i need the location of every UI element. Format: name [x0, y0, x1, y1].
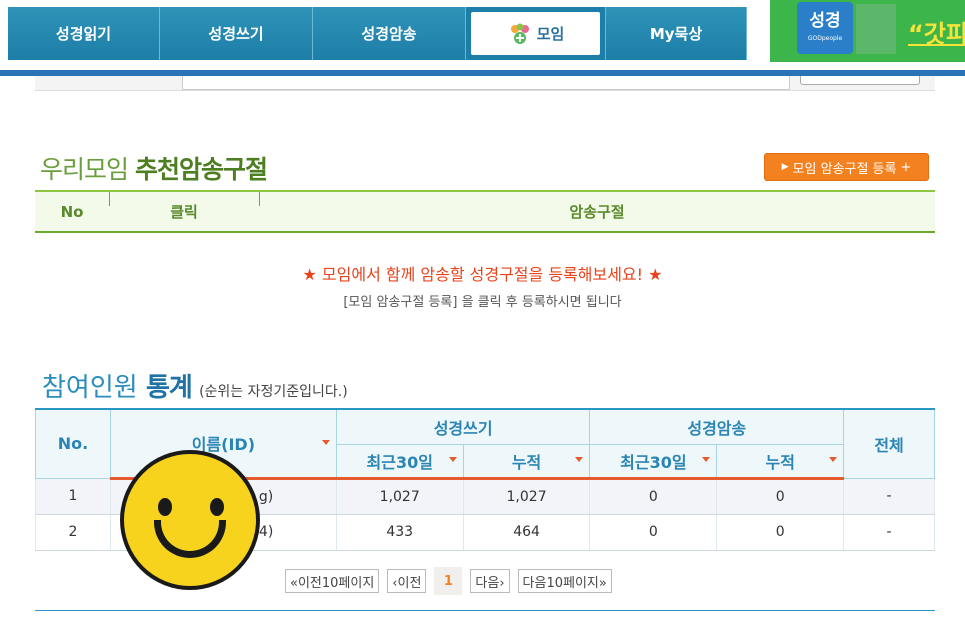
col-memorize-recent[interactable]: 최근30일	[589, 443, 718, 480]
divider	[259, 192, 260, 206]
stats-title: 참여인원 통계 (순위는 자정기준입니다.)	[42, 373, 348, 403]
tab-bible-writing[interactable]: 성경쓰기	[160, 7, 313, 60]
next-10-pages-button[interactable]: 다음10페이지»	[517, 569, 612, 593]
tab-label: 성경암송	[361, 25, 417, 43]
stats-note: (순위는 자정기준입니다.)	[199, 384, 348, 400]
empty-notice: ★ 모임에서 함께 암송할 성경구절을 등록해보세요! ★	[302, 265, 663, 284]
cell-no: 2	[35, 514, 111, 551]
cell-writing-recent: 433	[335, 514, 464, 551]
plus-icon: +	[900, 159, 912, 175]
tab-bible-memorize[interactable]: 성경암송	[313, 7, 466, 60]
banner-headline: “갓피	[908, 20, 965, 48]
sort-down-icon[interactable]	[575, 456, 584, 462]
text-area[interactable]	[182, 76, 790, 90]
main-nav: 성경읽기 성경쓰기 성경암송 모임 My묵상	[8, 7, 747, 60]
smiley-sticker-icon	[120, 450, 260, 590]
ad-banner[interactable]: 성경 GODpeople “갓피	[770, 0, 965, 62]
col-verse: 암송구절	[569, 203, 625, 221]
book-image	[856, 4, 896, 54]
cell-memorize-cumulative: 0	[716, 514, 845, 551]
sort-down-icon[interactable]	[448, 456, 457, 462]
cell-total: -	[843, 478, 935, 515]
register-verse-label: 모임 암송구절 등록	[792, 161, 897, 177]
col-click: 클릭	[170, 203, 198, 221]
col-writing-recent[interactable]: 최근30일	[335, 443, 464, 480]
tab-my-meditation[interactable]: My묵상	[606, 7, 747, 60]
submit-button[interactable]	[800, 76, 920, 85]
current-page[interactable]: 1	[434, 567, 463, 595]
tab-bible-reading[interactable]: 성경읽기	[8, 7, 160, 60]
eye	[210, 498, 224, 516]
cell-writing-recent: 1,027	[335, 478, 464, 515]
pagination: «이전10페이지 ‹이전 1 다음› 다음10페이지»	[285, 567, 612, 595]
col-total: 전체	[843, 408, 935, 479]
cell-writing-cumulative: 464	[462, 514, 591, 551]
section-divider	[35, 610, 935, 611]
col-memorize: 성경암송	[589, 408, 845, 445]
cell-memorize-cumulative: 0	[716, 478, 845, 515]
cell-memorize-recent: 0	[589, 514, 718, 551]
recommend-title: 우리모임 추천암송구절	[40, 155, 268, 184]
tab-group[interactable]: 모임	[466, 7, 606, 60]
arrow-right-icon: ▶	[781, 162, 789, 172]
col-writing-cumulative[interactable]: 누적	[462, 443, 591, 480]
cell-memorize-recent: 0	[589, 478, 718, 515]
tab-label: 성경쓰기	[208, 25, 264, 43]
prev-10-pages-button[interactable]: «이전10페이지	[285, 569, 380, 593]
col-writing: 성경쓰기	[335, 408, 591, 445]
divider	[109, 192, 110, 206]
col-memorize-cumulative[interactable]: 누적	[716, 443, 845, 480]
cell-no: 1	[35, 478, 111, 515]
tab-label: My묵상	[649, 25, 703, 43]
logo-sub: GODpeople	[807, 35, 843, 42]
sort-down-icon[interactable]	[321, 440, 330, 446]
sort-down-icon[interactable]	[702, 456, 711, 462]
col-no: No	[60, 202, 84, 221]
mouth	[154, 520, 226, 558]
tab-label: 성경읽기	[55, 25, 112, 43]
tab-label: 모임	[536, 25, 565, 43]
sort-down-icon[interactable]	[829, 456, 838, 462]
recommend-table-header: No 클릭 암송구절	[35, 190, 935, 233]
logo-text: 성경	[809, 11, 841, 31]
prev-page-button[interactable]: ‹이전	[387, 569, 427, 593]
star-icon: ★	[643, 265, 663, 284]
godpeople-logo: 성경 GODpeople	[797, 2, 853, 54]
eye	[158, 498, 172, 516]
star-icon: ★	[302, 265, 322, 284]
cell-total: -	[843, 514, 935, 551]
col-no: No.	[35, 408, 111, 479]
next-page-button[interactable]: 다음›	[470, 569, 510, 593]
empty-notice-sub: [모임 암송구절 등록] 을 클릭 후 등록하시면 됩니다	[343, 295, 622, 310]
register-verse-button[interactable]: ▶ 모임 암송구절 등록 +	[764, 153, 929, 181]
cell-writing-cumulative: 1,027	[462, 478, 591, 515]
people-group-icon	[510, 23, 529, 44]
